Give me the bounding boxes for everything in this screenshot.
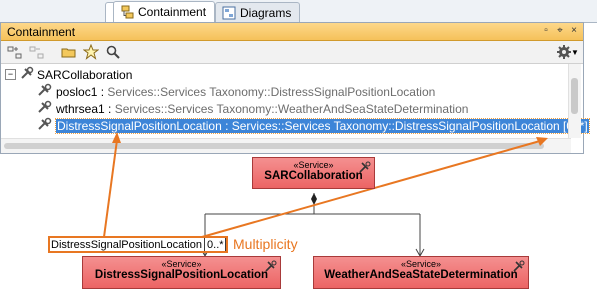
tree-item-selected-label: DistressSignalPositionLocation : Service… [55, 117, 590, 134]
dropdown-icon[interactable]: ▼ [571, 44, 579, 60]
tab-containment[interactable]: Containment [113, 1, 216, 22]
tab-diagrams-label: Diagrams [240, 5, 292, 20]
panel-title: Containment [7, 24, 76, 39]
class-weatherandseastatedetermination[interactable]: «Service» WeatherAndSeaStateDeterminatio… [313, 256, 529, 289]
collapse-toggle-icon[interactable]: − [5, 69, 16, 80]
multiplicity-callout: Multiplicity [233, 236, 298, 252]
scrollbar-thumb[interactable] [4, 143, 544, 149]
pin-icon[interactable]: ⌖ [554, 25, 566, 37]
open-folder-icon[interactable] [61, 44, 77, 60]
containment-icon [120, 5, 134, 19]
expand-all-icon[interactable] [29, 44, 45, 60]
gear-icon[interactable] [556, 44, 572, 60]
tree-item[interactable]: posloc1 : Services::Services Taxonomy::D… [1, 83, 581, 100]
tree-item-root[interactable]: − SARCollaboration [1, 66, 581, 83]
stereotype-label: «Service» [293, 160, 334, 170]
collaboration-icon [20, 66, 34, 83]
tree-item-selected[interactable]: DistressSignalPositionLocation : Service… [1, 117, 590, 134]
part-property-icon [37, 100, 53, 117]
tree-item-type: Services::Services Taxonomy::DistressSig… [107, 84, 436, 99]
tree-item-name: posloc1 [56, 84, 98, 99]
tree-item[interactable]: wthrsea1 : Services::Services Taxonomy::… [1, 100, 581, 117]
tree-item-separator: : [97, 84, 108, 99]
wrench-icon [513, 260, 525, 275]
favorite-star-icon[interactable] [83, 44, 99, 60]
wrench-icon [265, 260, 277, 275]
stereotype-label: «Service» [400, 259, 442, 269]
class-sarcollaboration[interactable]: «Service» SARCollaboration [252, 157, 375, 189]
part-property-icon [37, 83, 53, 100]
highlight-box [48, 236, 228, 253]
scrollbar-thumb[interactable] [571, 78, 578, 114]
class-name: SARCollaboration [264, 170, 363, 182]
diagrams-icon [222, 6, 236, 20]
class-name: DistressSignalPositionLocation [94, 269, 269, 281]
tab-containment-label: Containment [138, 5, 207, 19]
panel-toolbar: ▼ [1, 41, 583, 64]
wrench-icon [359, 161, 371, 176]
panel-header: Containment ▫ ⌖ × [1, 23, 583, 41]
tree-root-label: SARCollaboration [37, 67, 133, 82]
tree-item-separator: : [104, 101, 115, 116]
horizontal-scrollbar[interactable] [1, 138, 571, 153]
tree-item-name: wthrsea1 [56, 101, 105, 116]
class-name: WeatherAndSeaStateDetermination [324, 269, 518, 281]
close-icon[interactable]: × [568, 25, 580, 37]
collapse-all-icon[interactable] [7, 44, 23, 60]
restore-icon[interactable]: ▫ [540, 25, 552, 37]
tree-item-type: Services::Services Taxonomy::WeatherAndS… [114, 101, 469, 116]
containment-panel: Containment ▫ ⌖ × ▼ − SARCollaboration p… [0, 22, 590, 154]
vertical-scrollbar[interactable] [568, 64, 581, 138]
tab-diagrams[interactable]: Diagrams [215, 2, 301, 22]
class-distresssignalpositionlocation[interactable]: «Service» DistressSignalPositionLocation [82, 256, 281, 289]
search-icon[interactable] [105, 44, 121, 60]
part-property-icon [37, 117, 53, 134]
stereotype-label: «Service» [161, 259, 202, 269]
